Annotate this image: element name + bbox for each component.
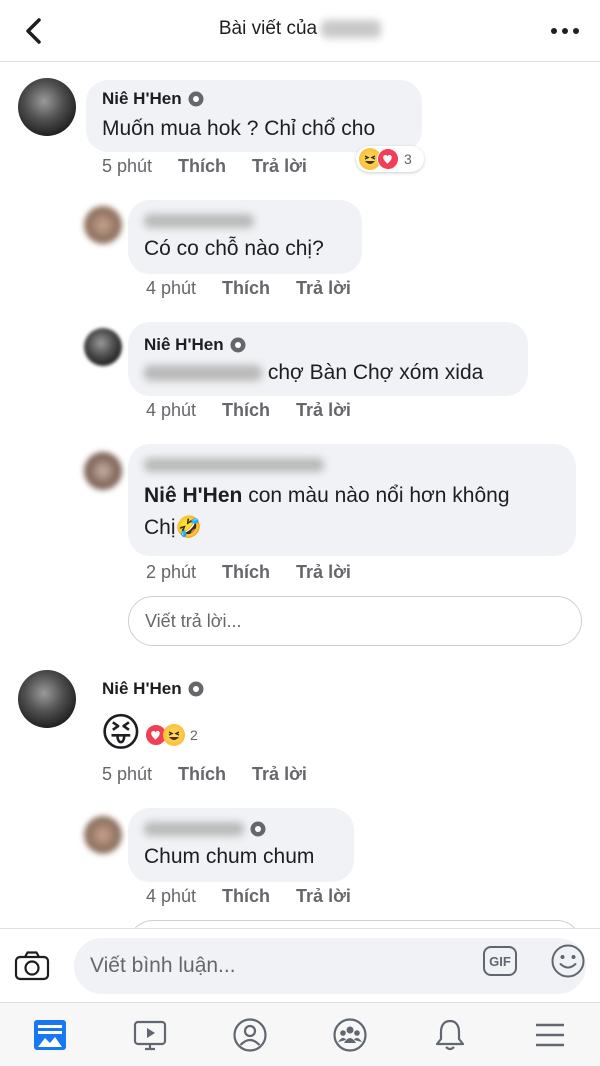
reply-text-line: Niê H'Hen con màu nào nổi hơn không Chị🤣 <box>144 480 560 543</box>
reply-actions: 2 phút Thích Trả lời <box>146 562 351 583</box>
avatar[interactable] <box>84 452 122 490</box>
comment-author: Niê H'Hen <box>102 678 204 700</box>
page-title: Bài viết của <box>0 18 600 40</box>
avatar[interactable] <box>84 328 122 366</box>
gif-icon[interactable]: GIF <box>482 945 518 977</box>
like-button[interactable]: Thích <box>222 562 270 583</box>
comment-author: Niê H'Hen <box>144 334 512 356</box>
reply-button[interactable]: Trả lời <box>296 562 351 583</box>
reply-bubble: Niê H'Hen con màu nào nổi hơn không Chị🤣 <box>128 444 576 556</box>
reply-text: con màu nào nổi hơn không <box>248 484 510 507</box>
avatar[interactable] <box>84 816 122 854</box>
gif-label: GIF <box>489 954 511 969</box>
avatar[interactable] <box>18 670 76 728</box>
watch-icon[interactable] <box>130 1015 170 1055</box>
menu-icon[interactable] <box>530 1015 570 1055</box>
reply-actions: 4 phút Thích Trả lời <box>146 278 351 299</box>
like-button[interactable]: Thích <box>178 764 226 785</box>
news-feed-icon[interactable] <box>30 1015 70 1055</box>
more-icon[interactable] <box>548 14 582 48</box>
comment-author <box>144 818 338 840</box>
blurred-author-name <box>144 458 324 472</box>
reply-text: Có co chỗ nào chị? <box>144 237 324 260</box>
reaction-count: 3 <box>404 151 412 167</box>
reply-time: 4 phút <box>146 886 197 906</box>
reply-button[interactable]: Trả lời <box>252 156 307 177</box>
comment-input-placeholder: Viết bình luận... <box>90 954 236 977</box>
verified-badge-icon <box>188 681 204 697</box>
page-title-text: Bài viết của <box>218 18 318 39</box>
reply-text-continued: Chị🤣 <box>144 515 202 539</box>
comment-composer: Viết bình luận... GIF <box>0 928 600 1002</box>
reply-button[interactable]: Trả lời <box>296 886 351 907</box>
profile-icon[interactable] <box>230 1015 270 1055</box>
groups-icon[interactable] <box>330 1015 370 1055</box>
like-button[interactable]: Thích <box>222 886 270 907</box>
blurred-name <box>321 19 382 38</box>
blurred-mention <box>144 365 262 382</box>
reply-text-line: chợ Bàn Chợ xóm xida <box>144 358 512 388</box>
reply-actions: 4 phút Thích Trả lời <box>146 886 351 907</box>
reply-input[interactable]: Viết trả lời... <box>128 596 582 646</box>
haha-reaction-icon <box>163 724 185 746</box>
avatar[interactable] <box>18 78 76 136</box>
reply-text: chợ Bàn Chợ xóm xida <box>267 361 484 384</box>
comment-time: 5 phút <box>102 156 153 176</box>
emoji-picker-icon[interactable] <box>550 943 586 979</box>
verified-badge-icon <box>230 337 246 353</box>
comment-actions: 5 phút Thích Trả lời <box>102 764 307 785</box>
notifications-icon[interactable] <box>430 1015 470 1055</box>
reaction-summary[interactable]: 2 <box>142 722 206 748</box>
reply-time: 2 phút <box>146 562 197 582</box>
blurred-author-name <box>144 822 244 836</box>
reply-time: 4 phút <box>146 278 197 298</box>
reaction-count: 2 <box>190 727 198 743</box>
author-name[interactable]: Niê H'Hen <box>102 679 182 699</box>
like-button[interactable]: Thích <box>222 278 270 299</box>
verified-badge-icon <box>250 821 266 837</box>
love-reaction-icon <box>377 148 399 170</box>
like-button[interactable]: Thích <box>178 156 226 177</box>
reply-bubble: Niê H'Hen chợ Bàn Chợ xóm xida <box>128 322 528 396</box>
verified-badge-icon <box>188 91 204 107</box>
emoji-comment: 😝 <box>100 711 142 755</box>
reply-button[interactable]: Trả lời <box>296 278 351 299</box>
reply-button[interactable]: Trả lời <box>296 400 351 421</box>
top-bar: Bài viết của <box>0 0 600 62</box>
author-name[interactable]: Niê H'Hen <box>102 89 182 109</box>
avatar[interactable] <box>84 206 122 244</box>
reply-button[interactable]: Trả lời <box>252 764 307 785</box>
reply-text: Chum chum chum <box>144 845 315 868</box>
mention-link[interactable]: Niê H'Hen <box>144 484 242 507</box>
author-name[interactable]: Niê H'Hen <box>144 335 224 355</box>
reply-actions: 4 phút Thích Trả lời <box>146 400 351 421</box>
reply-bubble: Chum chum chum <box>128 808 354 882</box>
comment-author <box>144 454 560 476</box>
comment-text: Muốn mua hok ? Chỉ chổ cho <box>102 117 376 140</box>
comment-author: Niê H'Hen <box>102 88 406 110</box>
comment-actions: 5 phút Thích Trả lời <box>102 156 307 177</box>
comment-time: 5 phút <box>102 764 153 784</box>
comment-author <box>144 210 346 232</box>
reaction-summary[interactable]: 3 <box>356 146 424 172</box>
reply-bubble: Có co chỗ nào chị? <box>128 200 362 274</box>
comment-bubble: Niê H'Hen Muốn mua hok ? Chỉ chổ cho <box>86 80 422 152</box>
reply-time: 4 phút <box>146 400 197 420</box>
bottom-tab-bar <box>0 1002 600 1066</box>
like-button[interactable]: Thích <box>222 400 270 421</box>
blurred-author-name <box>144 214 254 228</box>
camera-icon[interactable] <box>14 949 50 983</box>
